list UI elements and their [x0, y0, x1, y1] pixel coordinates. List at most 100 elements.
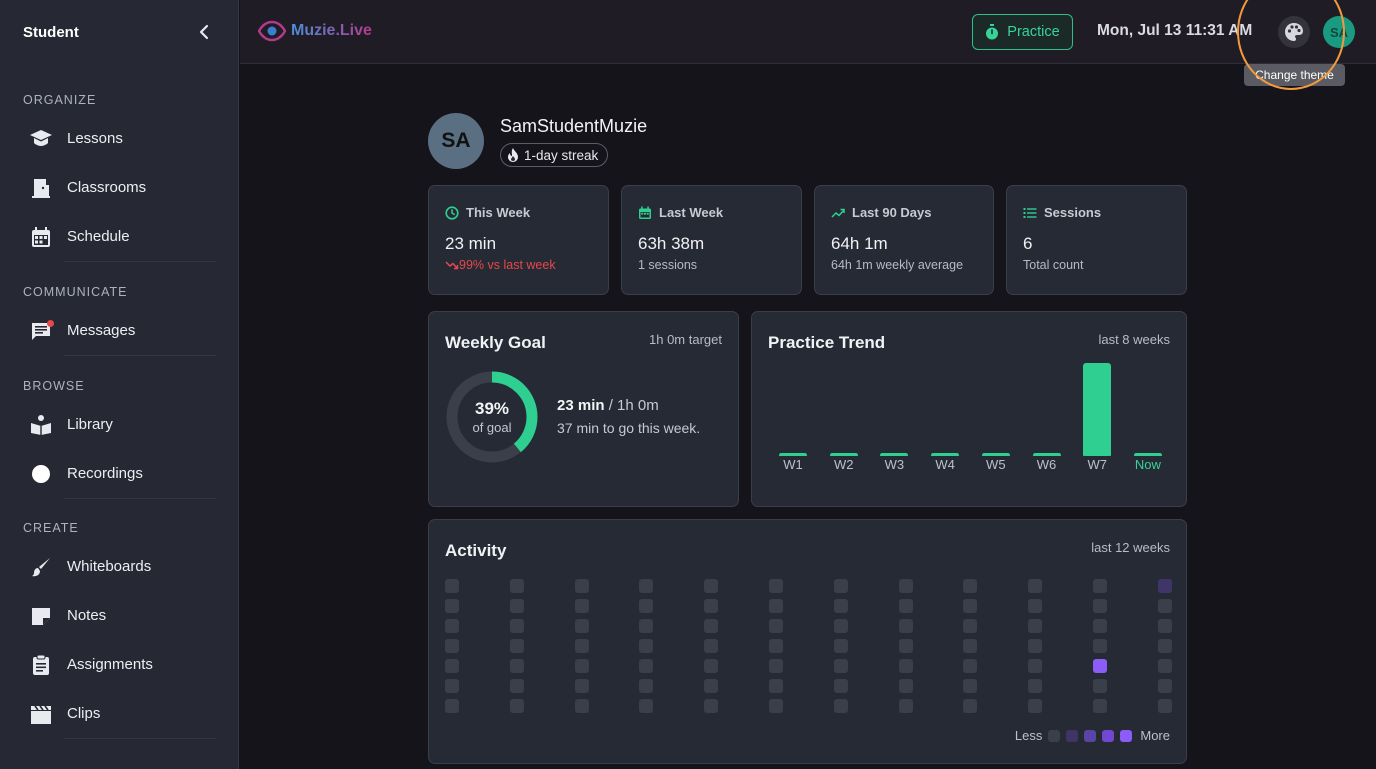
heatmap-cell[interactable]	[445, 659, 459, 673]
heatmap-cell[interactable]	[639, 619, 654, 633]
heatmap-cell[interactable]	[1028, 679, 1043, 693]
heatmap-cell[interactable]	[574, 699, 589, 713]
heatmap-cell[interactable]	[639, 639, 654, 653]
heatmap-cell[interactable]	[704, 659, 719, 673]
heatmap-cell[interactable]	[898, 579, 913, 593]
change-theme-button[interactable]	[1278, 16, 1310, 48]
heatmap-cell[interactable]	[1028, 699, 1043, 713]
heatmap-cell[interactable]	[509, 679, 524, 693]
heatmap-cell[interactable]	[963, 639, 978, 653]
heatmap-cell[interactable]	[639, 579, 654, 593]
heatmap-cell[interactable]	[1093, 579, 1107, 593]
heatmap-cell[interactable]	[639, 699, 654, 713]
user-avatar-button[interactable]: SA	[1323, 16, 1355, 48]
heatmap-cell[interactable]	[963, 579, 978, 593]
heatmap-cell[interactable]	[898, 679, 913, 693]
heatmap-cell[interactable]	[1093, 699, 1107, 713]
sidebar-item-lessons[interactable]: Lessons	[0, 114, 238, 163]
heatmap-cell[interactable]	[445, 619, 459, 633]
heatmap-cell[interactable]	[574, 659, 589, 673]
heatmap-cell[interactable]	[574, 639, 589, 653]
heatmap-cell[interactable]	[509, 699, 524, 713]
heatmap-cell[interactable]	[769, 679, 783, 693]
heatmap-cell[interactable]	[574, 579, 589, 593]
heatmap-cell[interactable]	[1028, 619, 1043, 633]
heatmap-cell[interactable]	[509, 579, 524, 593]
sidebar-item-clips[interactable]: Clips	[0, 689, 238, 738]
heatmap-cell[interactable]	[1093, 659, 1107, 673]
brand-logo[interactable]: Muzie.Live	[258, 20, 372, 42]
heatmap-cell[interactable]	[704, 699, 719, 713]
sidebar-item-notes[interactable]: Notes	[0, 591, 238, 640]
practice-button[interactable]: Practice	[972, 14, 1073, 50]
sidebar-item-assignments[interactable]: Assignments	[0, 640, 238, 689]
heatmap-cell[interactable]	[639, 599, 654, 613]
heatmap-cell[interactable]	[1028, 639, 1043, 653]
heatmap-cell[interactable]	[1157, 579, 1172, 593]
sidebar-item-classrooms[interactable]: Classrooms	[0, 163, 238, 212]
heatmap-cell[interactable]	[704, 599, 719, 613]
heatmap-cell[interactable]	[833, 699, 848, 713]
heatmap-cell[interactable]	[1028, 599, 1043, 613]
heatmap-cell[interactable]	[769, 579, 783, 593]
heatmap-cell[interactable]	[704, 639, 719, 653]
heatmap-cell[interactable]	[833, 619, 848, 633]
heatmap-cell[interactable]	[898, 599, 913, 613]
heatmap-cell[interactable]	[509, 599, 524, 613]
heatmap-cell[interactable]	[445, 679, 459, 693]
collapse-sidebar-button[interactable]	[194, 22, 214, 42]
heatmap-cell[interactable]	[639, 659, 654, 673]
heatmap-cell[interactable]	[769, 699, 783, 713]
heatmap-cell[interactable]	[833, 599, 848, 613]
heatmap-cell[interactable]	[1157, 599, 1172, 613]
heatmap-cell[interactable]	[963, 699, 978, 713]
heatmap-cell[interactable]	[509, 659, 524, 673]
heatmap-cell[interactable]	[704, 619, 719, 633]
heatmap-cell[interactable]	[639, 679, 654, 693]
heatmap-cell[interactable]	[833, 579, 848, 593]
heatmap-cell[interactable]	[1093, 679, 1107, 693]
heatmap-cell[interactable]	[898, 619, 913, 633]
heatmap-cell[interactable]	[833, 659, 848, 673]
heatmap-cell[interactable]	[445, 639, 459, 653]
heatmap-cell[interactable]	[1028, 579, 1043, 593]
heatmap-cell[interactable]	[769, 599, 783, 613]
heatmap-cell[interactable]	[833, 679, 848, 693]
heatmap-cell[interactable]	[769, 619, 783, 633]
heatmap-cell[interactable]	[1157, 619, 1172, 633]
heatmap-cell[interactable]	[898, 659, 913, 673]
heatmap-cell[interactable]	[574, 619, 589, 633]
heatmap-cell[interactable]	[1028, 659, 1043, 673]
heatmap-cell[interactable]	[445, 699, 459, 713]
heatmap-cell[interactable]	[963, 599, 978, 613]
heatmap-cell[interactable]	[704, 679, 719, 693]
heatmap-cell[interactable]	[445, 579, 459, 593]
heatmap-cell[interactable]	[1093, 599, 1107, 613]
heatmap-cell[interactable]	[963, 679, 978, 693]
heatmap-cell[interactable]	[1157, 699, 1172, 713]
heatmap-cell[interactable]	[445, 599, 459, 613]
heatmap-cell[interactable]	[1157, 639, 1172, 653]
sidebar-item-messages[interactable]: Messages	[0, 306, 238, 355]
heatmap-cell[interactable]	[509, 639, 524, 653]
heatmap-cell[interactable]	[1093, 619, 1107, 633]
heatmap-cell[interactable]	[1093, 639, 1107, 653]
heatmap-cell[interactable]	[704, 579, 719, 593]
heatmap-cell[interactable]	[769, 639, 783, 653]
heatmap-cell[interactable]	[963, 619, 978, 633]
heatmap-cell[interactable]	[1157, 679, 1172, 693]
trend-label: W4	[935, 457, 955, 472]
heatmap-cell[interactable]	[833, 639, 848, 653]
heatmap-cell[interactable]	[769, 659, 783, 673]
heatmap-cell[interactable]	[574, 599, 589, 613]
sidebar-item-library[interactable]: Library	[0, 400, 238, 449]
heatmap-cell[interactable]	[574, 679, 589, 693]
heatmap-cell[interactable]	[898, 639, 913, 653]
heatmap-cell[interactable]	[1157, 659, 1172, 673]
heatmap-cell[interactable]	[963, 659, 978, 673]
sidebar-item-recordings[interactable]: Recordings	[0, 449, 238, 498]
heatmap-cell[interactable]	[509, 619, 524, 633]
heatmap-cell[interactable]	[898, 699, 913, 713]
sidebar-item-schedule[interactable]: Schedule	[0, 212, 238, 261]
sidebar-item-whiteboards[interactable]: Whiteboards	[0, 542, 238, 591]
